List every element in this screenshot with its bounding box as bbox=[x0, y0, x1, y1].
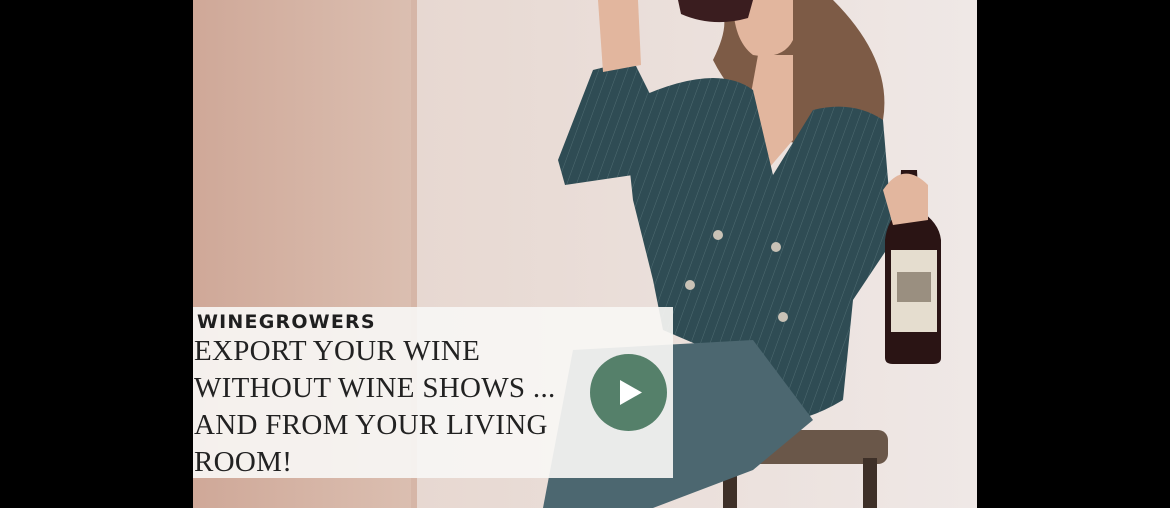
play-icon bbox=[620, 380, 642, 405]
channel-brand: WINEGROWERS bbox=[197, 311, 376, 333]
play-button[interactable] bbox=[590, 354, 667, 431]
headline-line: ROOM! bbox=[194, 446, 293, 478]
video-thumbnail[interactable]: WINEGROWERS EXPORT YOUR WINE WITHOUT WIN… bbox=[193, 0, 977, 508]
